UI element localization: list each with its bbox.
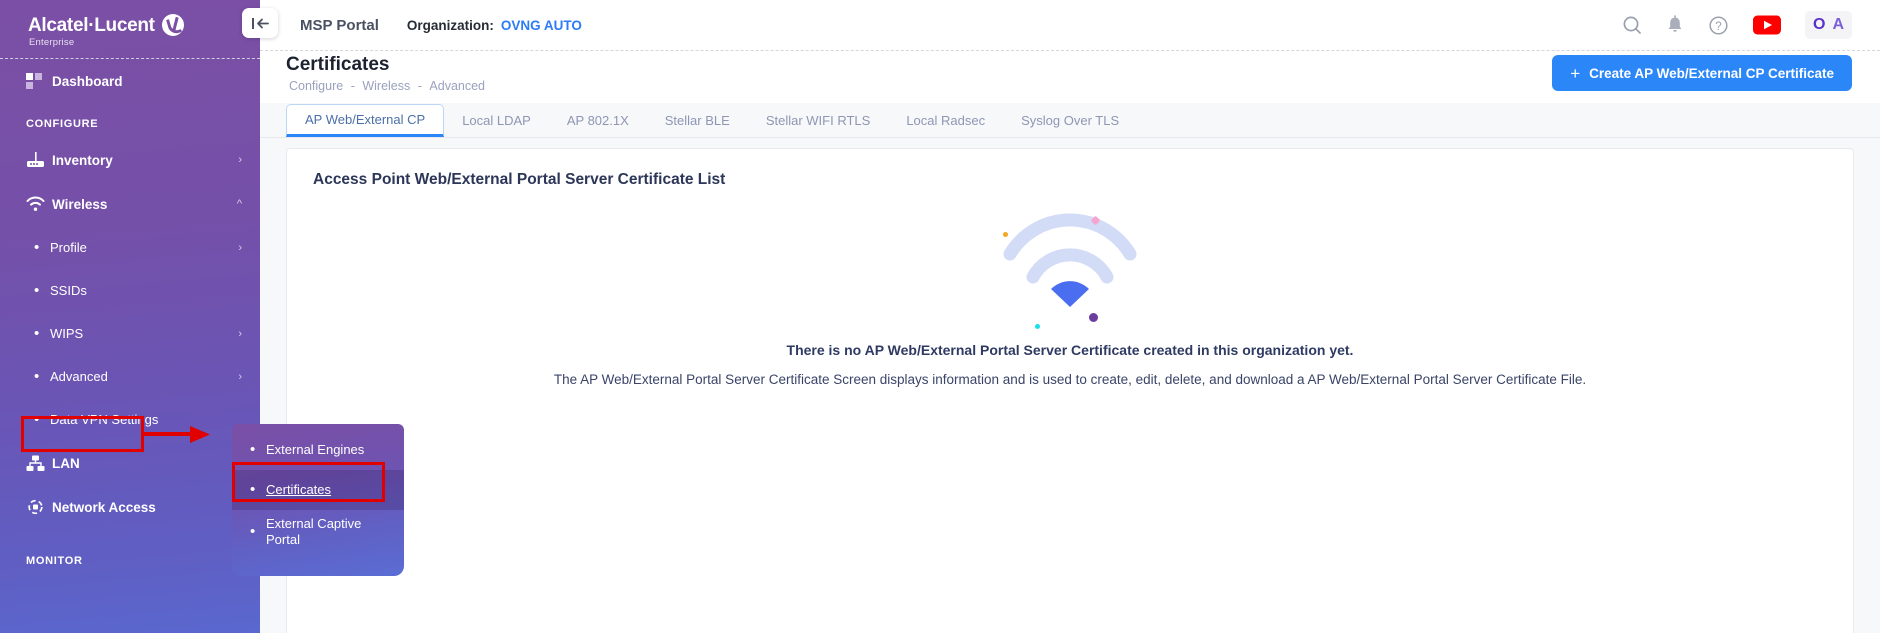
submenu-item-external-engines[interactable]: • External Engines — [232, 430, 404, 470]
lan-network-icon — [26, 455, 52, 472]
sidebar-item-wips[interactable]: • WIPS › — [0, 312, 260, 355]
submenu-item-external-captive-portal[interactable]: • External Captive Portal — [232, 510, 404, 555]
submenu-item-label: External Captive Portal — [266, 516, 394, 549]
tab-local-ldap[interactable]: Local LDAP — [444, 104, 549, 137]
chevron-right-icon: › — [238, 242, 242, 254]
svg-text:?: ? — [1715, 21, 1721, 33]
breadcrumb-separator: - — [416, 79, 424, 93]
empty-state-description: The AP Web/External Portal Server Certif… — [554, 372, 1586, 387]
brand-sub: Enterprise — [29, 37, 260, 48]
submenu-item-label: Certificates — [266, 482, 394, 498]
app-root: Alcatel·Lucent Enterprise Dashboard — [0, 0, 1880, 633]
network-access-icon — [26, 498, 52, 516]
sidebar-item-label: Data VPN Settings — [50, 412, 242, 427]
youtube-icon[interactable] — [1753, 15, 1781, 35]
decor-dot-cyan — [1035, 324, 1040, 329]
brand-logo[interactable]: Alcatel·Lucent Enterprise — [0, 0, 260, 58]
sidebar-item-advanced[interactable]: • Advanced › — [0, 355, 260, 398]
chevron-right-icon: › — [238, 371, 242, 383]
decor-dot-purple — [1089, 313, 1098, 322]
tab-syslog-over-tls[interactable]: Syslog Over TLS — [1003, 104, 1137, 137]
sidebar-item-label: SSIDs — [50, 283, 242, 298]
sidebar-item-label: Profile — [50, 240, 238, 255]
sidebar-item-label: Inventory — [52, 153, 238, 168]
sidebar-section-monitor: MONITOR — [0, 529, 260, 575]
empty-state-title: There is no AP Web/External Portal Serve… — [787, 342, 1354, 358]
alcatel-lucent-logo-icon — [162, 14, 184, 36]
wifi-signal-empty-state-icon — [985, 199, 1155, 324]
organization-label: Organization: — [407, 18, 494, 33]
collapse-sidebar-icon — [252, 17, 269, 30]
sidebar-item-data-vpn-settings[interactable]: • Data VPN Settings — [0, 398, 260, 441]
chevron-right-icon: › — [238, 154, 242, 166]
avatar-initial-two: A — [1832, 16, 1844, 34]
chevron-up-icon: ^ — [237, 198, 242, 210]
tab-ap-web-external-cp[interactable]: AP Web/External CP — [286, 104, 444, 137]
plus-icon: + — [1570, 65, 1580, 82]
help-question-icon[interactable]: ? — [1708, 15, 1729, 36]
create-button-label: Create AP Web/External CP Certificate — [1589, 66, 1834, 81]
msp-portal-label[interactable]: MSP Portal — [300, 17, 379, 34]
sidebar-item-label: Network Access — [52, 500, 233, 515]
tab-bar: AP Web/External CP Local LDAP AP 802.1X … — [260, 103, 1880, 138]
sidebar-item-label: LAN — [52, 456, 238, 471]
sidebar-item-lan[interactable]: LAN › — [0, 441, 260, 485]
sidebar-item-profile[interactable]: • Profile › — [0, 226, 260, 269]
sidebar: Alcatel·Lucent Enterprise Dashboard — [0, 0, 260, 633]
top-header-actions: ? O A — [1622, 11, 1880, 39]
search-icon[interactable] — [1622, 15, 1642, 35]
sidebar-item-inventory[interactable]: Inventory › — [0, 138, 260, 182]
chevron-right-icon: › — [238, 328, 242, 340]
brand-name: Alcatel·Lucent — [28, 16, 155, 35]
collapse-sidebar-button[interactable] — [242, 8, 278, 38]
sidebar-nav: Dashboard CONFIGURE Inventory › — [0, 60, 260, 633]
sidebar-item-label: WIPS — [50, 326, 238, 341]
wifi-icon — [26, 196, 52, 212]
user-avatar-initials[interactable]: O A — [1805, 11, 1852, 39]
create-ap-web-external-cp-certificate-button[interactable]: + Create AP Web/External CP Certificate — [1552, 55, 1852, 91]
breadcrumb-item-wireless[interactable]: Wireless — [360, 79, 412, 93]
top-header-bar: MSP Portal Organization: OVNG AUTO — [260, 0, 1880, 50]
decor-dot-orange — [1003, 232, 1008, 237]
sidebar-item-ssids[interactable]: • SSIDs — [0, 269, 260, 312]
page-header: Certificates Configure - Wireless - Adva… — [260, 51, 1880, 103]
sidebar-item-wireless[interactable]: Wireless ^ — [0, 182, 260, 226]
tab-ap-802-1x[interactable]: AP 802.1X — [549, 104, 647, 137]
submenu-item-label: External Engines — [266, 442, 394, 458]
page-title: Certificates — [286, 54, 390, 76]
breadcrumb: Configure - Wireless - Advanced — [287, 79, 487, 93]
sidebar-item-network-access[interactable]: Network Access ⌄ — [0, 485, 260, 529]
main-content: Access Point Web/External Portal Server … — [260, 138, 1880, 633]
organization-value[interactable]: OVNG AUTO — [501, 18, 582, 33]
card-title: Access Point Web/External Portal Server … — [313, 171, 1853, 189]
tab-stellar-wifi-rtls[interactable]: Stellar WIFI RTLS — [748, 104, 889, 137]
router-icon — [26, 152, 52, 169]
certificate-list-card: Access Point Web/External Portal Server … — [286, 148, 1854, 633]
tab-stellar-ble[interactable]: Stellar BLE — [647, 104, 748, 137]
breadcrumb-item-advanced[interactable]: Advanced — [427, 79, 487, 93]
sidebar-item-label: Dashboard — [52, 74, 242, 89]
bell-notification-icon[interactable] — [1666, 15, 1684, 35]
breadcrumb-separator: - — [349, 79, 357, 93]
dashboard-grid-icon — [26, 73, 52, 90]
submenu-item-certificates[interactable]: • Certificates — [232, 470, 404, 510]
breadcrumb-item-configure[interactable]: Configure — [287, 79, 345, 93]
sidebar-item-dashboard[interactable]: Dashboard — [0, 60, 260, 102]
sidebar-item-label: Advanced — [50, 369, 238, 384]
sidebar-item-label: Wireless — [52, 197, 237, 212]
sidebar-section-configure: CONFIGURE — [0, 102, 260, 138]
sidebar-divider — [0, 58, 260, 59]
submenu-flyout-advanced: • External Engines • Certificates • Exte… — [232, 424, 404, 576]
tab-local-radsec[interactable]: Local Radsec — [888, 104, 1003, 137]
empty-state: There is no AP Web/External Portal Serve… — [287, 199, 1853, 387]
avatar-initial-one: O — [1813, 16, 1825, 34]
